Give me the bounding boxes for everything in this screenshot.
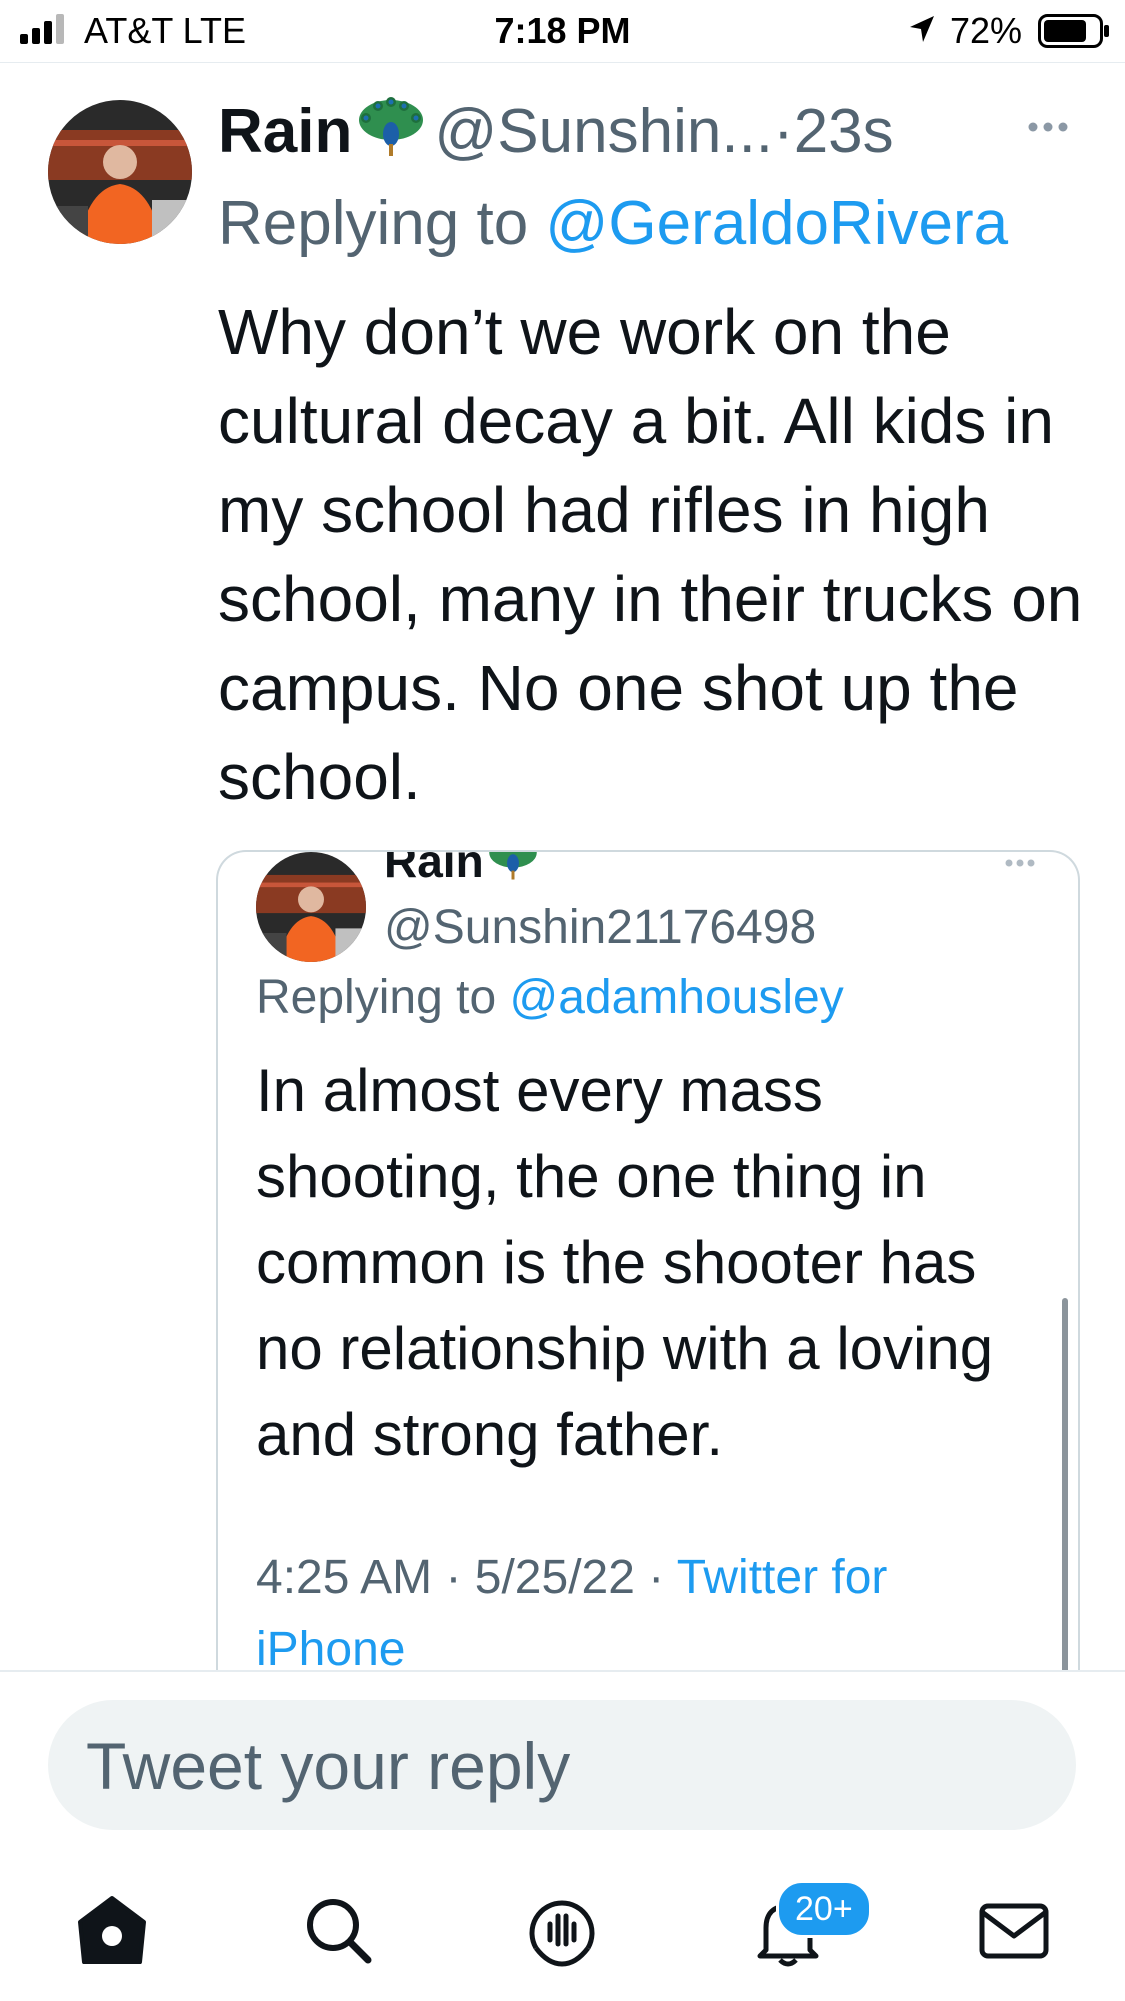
peacock-icon xyxy=(488,852,537,880)
quoted-avatar xyxy=(256,852,366,962)
handle: @Sunshin... xyxy=(434,97,774,166)
messages-icon[interactable] xyxy=(974,1890,1054,1970)
scrollbar xyxy=(1062,1298,1068,1672)
peacock-icon xyxy=(359,97,424,156)
spaces-icon[interactable] xyxy=(522,1890,602,1970)
quoted-handle: @Sunshin21176498 xyxy=(384,901,817,954)
tweet-header: Rain @Sunshin...·23s xyxy=(218,96,894,168)
quoted-replying-to-link: @adamhousley xyxy=(509,971,844,1024)
notifications-badge: 20+ xyxy=(776,1880,872,1938)
search-icon[interactable] xyxy=(298,1890,378,1970)
battery-percent: 72% xyxy=(950,10,1023,51)
tweet-detail-screen: AT&T LTE 7:18 PM 72% Rain @Sunshin...·23… xyxy=(0,0,1125,2001)
quoted-replying-to: Replying to @adamhousley xyxy=(256,970,844,1025)
tab-bar xyxy=(0,1880,1125,2001)
quoted-timestamp: 4:25 AM · 5/25/22 · xyxy=(256,1551,677,1604)
quoted-tweet-card[interactable]: Rain @Sunshin21176498 Replying to @adamh… xyxy=(216,850,1080,1672)
reply-composer[interactable] xyxy=(48,1700,1076,1832)
dot-separator: · xyxy=(773,97,794,166)
quoted-tweet-meta: 4:25 AM · 5/25/22 · Twitter for iPhone xyxy=(256,1542,1036,1672)
quoted-display-name-row: Rain xyxy=(384,850,548,888)
replying-to-label: Replying to xyxy=(218,189,546,258)
avatar[interactable] xyxy=(48,100,192,244)
more-options-icon[interactable] xyxy=(1026,120,1070,134)
tweet-text: Why don’t we work on the cultural decay … xyxy=(218,296,1083,813)
status-bar: AT&T LTE 7:18 PM 72% xyxy=(0,0,1125,62)
replying-to-link[interactable]: @GeraldoRivera xyxy=(545,189,1008,258)
quoted-tweet-text: In almost every mass shooting, the one t… xyxy=(256,1057,994,1468)
tweet-age: 23s xyxy=(793,97,894,166)
quoted-replying-to-label: Replying to xyxy=(256,971,510,1024)
home-icon[interactable] xyxy=(72,1890,152,1970)
reply-input[interactable] xyxy=(84,1700,1048,1832)
battery-icon xyxy=(1038,14,1109,48)
replying-to: Replying to @GeraldoRivera xyxy=(218,188,1008,260)
display-name[interactable]: Rain xyxy=(218,97,352,166)
divider xyxy=(0,62,1125,63)
location-arrow-icon xyxy=(910,16,934,42)
quoted-more-options-icon xyxy=(1005,859,1035,867)
divider xyxy=(0,1670,1125,1672)
quoted-display-name: Rain xyxy=(384,850,484,887)
